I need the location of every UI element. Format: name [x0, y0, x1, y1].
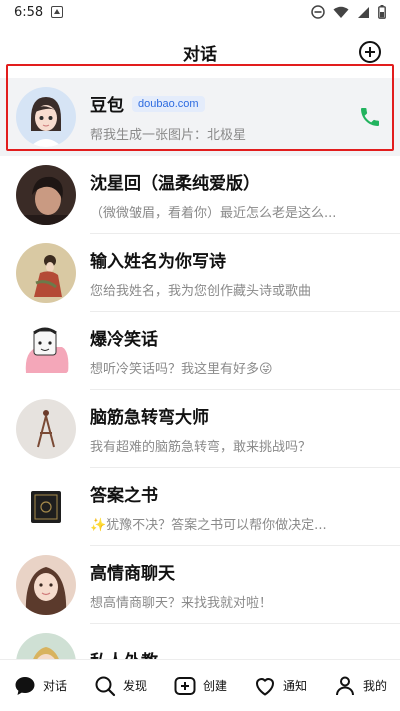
conversation-item-shen-xinghui[interactable]: 沈星回（温柔纯爱版） （微微皱眉，看着你）最近怎么老是这么...	[0, 156, 400, 234]
conversation-preview: 帮我生成一张图片：北极星	[90, 128, 247, 143]
conversation-preview: （微微皱眉，看着你）最近怎么老是这么...	[90, 206, 337, 221]
nav-label: 创建	[202, 679, 227, 693]
heart-icon	[255, 677, 274, 695]
nav-item-discover[interactable]: 发现	[80, 674, 160, 698]
nav-item-create[interactable]: 创建	[160, 674, 240, 698]
eq-chat-avatar	[16, 555, 76, 615]
nav-label: 发现	[122, 679, 147, 693]
conversation-name: 沈星回（温柔纯爱版）	[90, 174, 260, 194]
tutor-avatar	[16, 633, 76, 660]
nav-label: 对话	[42, 679, 67, 693]
conversation-item-doubao[interactable]: 豆包 doubao.com 帮我生成一张图片：北极星	[0, 78, 400, 156]
nav-item-chat[interactable]: 对话	[0, 674, 80, 698]
conversation-name: 爆冷笑话	[90, 330, 158, 350]
nav-label: 我的	[362, 679, 387, 693]
chat-bubble-icon	[15, 676, 35, 695]
conversation-name: 脑筋急转弯大师	[90, 408, 209, 428]
bottom-navigation: 对话 发现 创建 通知 我的	[0, 659, 400, 711]
conversation-name: 输入姓名为你写诗	[90, 252, 226, 272]
phone-call-icon[interactable]	[358, 105, 382, 129]
poem-avatar	[16, 243, 76, 303]
nav-item-notifications[interactable]: 通知	[240, 674, 320, 698]
conversation-item-joke[interactable]: 爆冷笑话 想听冷笑话吗？我这里有好多😜	[0, 312, 400, 390]
battery-icon	[378, 5, 386, 19]
conversation-preview: 想高情商聊天？来找我就对啦！	[90, 596, 273, 611]
page-title: 对话	[183, 44, 217, 65]
do-not-disturb-icon	[311, 5, 325, 19]
status-time: 6:58	[14, 4, 44, 20]
joke-avatar	[16, 321, 76, 381]
conversation-name: 高情商聊天	[90, 564, 175, 584]
conversation-name: 私人外教	[90, 647, 158, 661]
conversation-item-answer-book[interactable]: 答案之书 ✨犹豫不决？答案之书可以帮你做决定...	[0, 468, 400, 546]
top-bar: 对话	[0, 28, 400, 76]
doubao-avatar	[16, 87, 76, 147]
wifi-icon	[333, 6, 349, 18]
search-icon	[95, 676, 116, 696]
conversation-name: 豆包	[90, 96, 124, 116]
shen-xinghui-avatar	[16, 165, 76, 225]
conversation-preview: 您给我姓名，我为您创作藏头诗或歌曲	[90, 284, 312, 299]
conversation-item-riddle[interactable]: 脑筋急转弯大师 我有超难的脑筋急转弯，敢来挑战吗？	[0, 390, 400, 468]
nav-item-profile[interactable]: 我的	[320, 674, 400, 698]
conversation-preview: ✨犹豫不决？答案之书可以帮你做决定...	[90, 518, 327, 533]
conversation-name: 答案之书	[90, 486, 158, 506]
notification-app-icon	[51, 6, 64, 18]
person-icon	[335, 676, 354, 695]
riddle-avatar	[16, 399, 76, 459]
status-bar: 6:58	[0, 0, 400, 24]
add-conversation-icon[interactable]	[358, 40, 382, 64]
conversation-item-tutor[interactable]: 私人外教	[0, 624, 400, 660]
doubao-domain-tag: doubao.com	[132, 95, 205, 112]
answer-book-avatar	[16, 477, 76, 537]
signal-icon	[358, 6, 369, 18]
conversation-item-poem[interactable]: 输入姓名为你写诗 您给我姓名，我为您创作藏头诗或歌曲	[0, 234, 400, 312]
conversation-preview: 想听冷笑话吗？我这里有好多😜	[90, 362, 273, 377]
conversation-list: 豆包 doubao.com 帮我生成一张图片：北极星 沈星回（温柔纯爱版） （微…	[0, 78, 400, 660]
conversation-item-eq-chat[interactable]: 高情商聊天 想高情商聊天？来找我就对啦！	[0, 546, 400, 624]
conversation-preview: 我有超难的脑筋急转弯，敢来挑战吗？	[90, 440, 312, 455]
nav-label: 通知	[282, 679, 307, 693]
plus-box-icon	[174, 676, 196, 695]
